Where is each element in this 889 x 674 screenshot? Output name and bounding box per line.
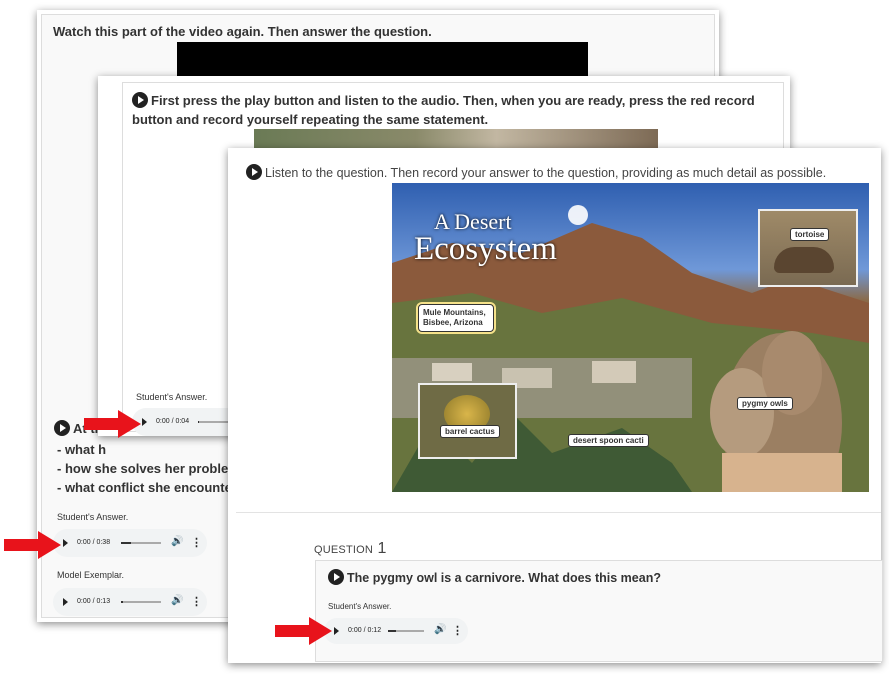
more-options-icon[interactable]: ⋮ xyxy=(452,624,463,637)
student-audio-player[interactable]: 0:00 / 0:38 🔊 ⋮ xyxy=(53,529,207,557)
audio-time: 0:00 / 0:38 xyxy=(77,539,111,546)
tortoise-inset: tortoise xyxy=(758,209,858,287)
question-text: The pygmy owl is a carnivore. What does … xyxy=(328,569,661,585)
student-answer-label: Student's Answer. xyxy=(136,392,208,402)
volume-icon[interactable]: 🔊 xyxy=(434,624,446,635)
play-icon[interactable] xyxy=(142,418,147,426)
volume-icon[interactable]: 🔊 xyxy=(171,536,183,547)
bullet-item: - how she solves her problem xyxy=(57,461,240,476)
video-instruction: Watch this part of the video again. Then… xyxy=(53,24,432,39)
model-exemplar-label: Model Exemplar. xyxy=(57,570,125,580)
more-options-icon[interactable]: ⋮ xyxy=(191,595,202,608)
volume-icon[interactable]: 🔊 xyxy=(171,595,183,606)
repeat-instruction: First press the play button and listen t… xyxy=(132,92,755,127)
bullet-item: - what h xyxy=(57,442,107,457)
audio-time: 0:00 / 0:13 xyxy=(77,598,111,605)
audio-time: 0:00 / 0:04 xyxy=(156,418,190,425)
red-arrow-icon xyxy=(84,410,141,438)
question-number: 1 xyxy=(377,540,387,557)
question-instruction: Listen to the question. Then record your… xyxy=(246,164,826,180)
play-circle-icon[interactable] xyxy=(246,164,262,180)
audio-progress[interactable] xyxy=(388,630,424,632)
audio-progress[interactable] xyxy=(121,601,161,603)
mountains-label: Mule Mountains, Bisbee, Arizona xyxy=(418,304,494,332)
audio-time: 0:00 / 0:12 xyxy=(348,627,382,634)
play-circle-icon[interactable] xyxy=(132,92,148,108)
student-audio-player[interactable]: 0:00 / 0:04 xyxy=(132,408,232,436)
barrel-cactus-label: barrel cactus xyxy=(440,425,500,438)
desert-ecosystem-image: A Desert Ecosystem tortoise Mule Mountai… xyxy=(392,183,869,492)
bullet-item: - what conflict she encounte xyxy=(57,480,232,495)
play-circle-icon[interactable] xyxy=(54,420,70,436)
more-options-icon[interactable]: ⋮ xyxy=(191,536,202,549)
barrel-cactus-inset: barrel cactus xyxy=(418,383,517,459)
play-icon[interactable] xyxy=(334,627,339,635)
student-answer-label: Student's Answer. xyxy=(328,602,392,611)
question-heading: QUESTION 1 xyxy=(314,540,386,558)
audio-progress[interactable] xyxy=(121,542,161,544)
student-audio-player[interactable]: 0:00 / 0:12 🔊 ⋮ xyxy=(324,618,468,644)
red-arrow-icon xyxy=(275,617,332,645)
tortoise-label: tortoise xyxy=(790,228,830,241)
pygmy-owls-label: pygmy owls xyxy=(737,397,793,410)
model-audio-player[interactable]: 0:00 / 0:13 🔊 ⋮ xyxy=(53,588,207,616)
play-icon[interactable] xyxy=(63,539,68,547)
tortoise-shape xyxy=(774,247,834,273)
image-title: A Desert Ecosystem xyxy=(414,209,557,267)
question-word: QUESTION xyxy=(314,544,374,556)
divider xyxy=(236,512,881,513)
audio-progress[interactable] xyxy=(198,421,232,423)
student-answer-label: Student's Answer. xyxy=(57,512,129,522)
activity-card-question: Listen to the question. Then record your… xyxy=(228,148,883,663)
play-icon[interactable] xyxy=(63,598,68,606)
red-arrow-icon xyxy=(4,531,61,559)
play-circle-icon[interactable] xyxy=(328,569,344,585)
spoon-cacti-label: desert spoon cacti xyxy=(568,434,649,447)
